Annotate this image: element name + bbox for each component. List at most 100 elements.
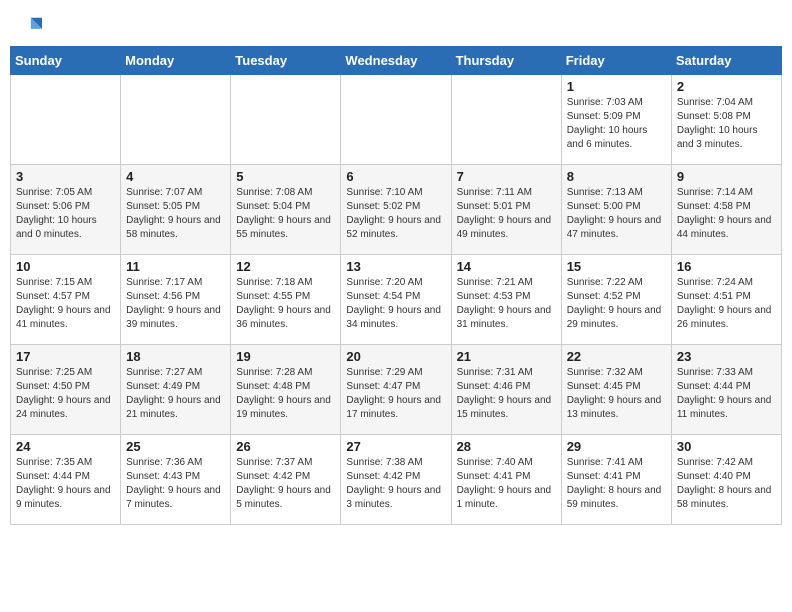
calendar-cell: 24 Sunrise: 7:35 AM Sunset: 4:44 PM Dayli… <box>11 435 121 525</box>
calendar-cell: 3 Sunrise: 7:05 AM Sunset: 5:06 PM Daylig… <box>11 165 121 255</box>
calendar-cell: 12Sunrise: 7:18 AM Sunset: 4:55 PM Dayli… <box>231 255 341 345</box>
day-info: Sunrise: 7:15 AM Sunset: 4:57 PM Dayligh… <box>16 276 115 332</box>
calendar-cell: 6 Sunrise: 7:10 AM Sunset: 5:02 PM Daylig… <box>341 165 451 255</box>
day-number: 9 <box>677 169 776 184</box>
day-number: 30 <box>677 439 776 454</box>
day-number: 3 <box>16 169 115 184</box>
day-info: Sunrise: 7:21 AM Sunset: 4:53 PM Dayligh… <box>457 276 556 332</box>
day-info: Sunrise: 7:10 AM Sunset: 5:02 PM Dayligh… <box>346 186 445 242</box>
day-info: Sunrise: 7:07 AM Sunset: 5:05 PM Dayligh… <box>126 186 225 242</box>
day-info: Sunrise: 7:33 AM Sunset: 4:44 PM Dayligh… <box>677 366 776 422</box>
day-number: 1 <box>567 79 666 94</box>
day-number: 8 <box>567 169 666 184</box>
calendar-cell: 7 Sunrise: 7:11 AM Sunset: 5:01 PM Daylig… <box>451 165 561 255</box>
calendar-cell: 1 Sunrise: 7:03 AM Sunset: 5:09 PM Daylig… <box>561 75 671 165</box>
day-info: Sunrise: 7:24 AM Sunset: 4:51 PM Dayligh… <box>677 276 776 332</box>
day-info: Sunrise: 7:27 AM Sunset: 4:49 PM Dayligh… <box>126 366 225 422</box>
day-number: 4 <box>126 169 225 184</box>
header-sunday: Sunday <box>11 47 121 75</box>
day-number: 11 <box>126 259 225 274</box>
calendar-cell: 14 Sunrise: 7:21 AM Sunset: 4:53 PM Dayli… <box>451 255 561 345</box>
calendar-cell: 20Sunrise: 7:29 AM Sunset: 4:47 PM Dayli… <box>341 345 451 435</box>
day-info: Sunrise: 7:40 AM Sunset: 4:41 PM Dayligh… <box>457 456 556 512</box>
calendar-cell: 29 Sunrise: 7:41 AM Sunset: 4:41 PM Dayli… <box>561 435 671 525</box>
day-number: 29 <box>567 439 666 454</box>
calendar-cell: 8Sunrise: 7:13 AM Sunset: 5:00 PM Daylig… <box>561 165 671 255</box>
day-info: Sunrise: 7:38 AM Sunset: 4:42 PM Dayligh… <box>346 456 445 512</box>
calendar-cell: 25 Sunrise: 7:36 AM Sunset: 4:43 PM Dayli… <box>121 435 231 525</box>
day-info: Sunrise: 7:35 AM Sunset: 4:44 PM Dayligh… <box>16 456 115 512</box>
day-info: Sunrise: 7:20 AM Sunset: 4:54 PM Dayligh… <box>346 276 445 332</box>
header-monday: Monday <box>121 47 231 75</box>
calendar-cell <box>451 75 561 165</box>
day-number: 22 <box>567 349 666 364</box>
calendar-cell: 21 Sunrise: 7:31 AM Sunset: 4:46 PM Dayli… <box>451 345 561 435</box>
calendar-cell <box>231 75 341 165</box>
day-number: 21 <box>457 349 556 364</box>
day-info: Sunrise: 7:03 AM Sunset: 5:09 PM Dayligh… <box>567 96 666 152</box>
day-info: Sunrise: 7:22 AM Sunset: 4:52 PM Dayligh… <box>567 276 666 332</box>
week-row-1: 3 Sunrise: 7:05 AM Sunset: 5:06 PM Daylig… <box>11 165 782 255</box>
day-number: 19 <box>236 349 335 364</box>
calendar-cell: 23 Sunrise: 7:33 AM Sunset: 4:44 PM Dayli… <box>671 345 781 435</box>
calendar-cell: 26 Sunrise: 7:37 AM Sunset: 4:42 PM Dayli… <box>231 435 341 525</box>
day-info: Sunrise: 7:08 AM Sunset: 5:04 PM Dayligh… <box>236 186 335 242</box>
calendar-cell: 5 Sunrise: 7:08 AM Sunset: 5:04 PM Daylig… <box>231 165 341 255</box>
week-row-0: 1 Sunrise: 7:03 AM Sunset: 5:09 PM Daylig… <box>11 75 782 165</box>
calendar-cell: 10 Sunrise: 7:15 AM Sunset: 4:57 PM Dayli… <box>11 255 121 345</box>
calendar-cell: 16 Sunrise: 7:24 AM Sunset: 4:51 PM Dayli… <box>671 255 781 345</box>
calendar-cell: 9 Sunrise: 7:14 AM Sunset: 4:58 PM Daylig… <box>671 165 781 255</box>
day-info: Sunrise: 7:25 AM Sunset: 4:50 PM Dayligh… <box>16 366 115 422</box>
calendar-cell <box>121 75 231 165</box>
week-row-2: 10 Sunrise: 7:15 AM Sunset: 4:57 PM Dayli… <box>11 255 782 345</box>
header-wednesday: Wednesday <box>341 47 451 75</box>
day-info: Sunrise: 7:32 AM Sunset: 4:45 PM Dayligh… <box>567 366 666 422</box>
calendar-cell: 11 Sunrise: 7:17 AM Sunset: 4:56 PM Dayli… <box>121 255 231 345</box>
calendar-cell <box>11 75 121 165</box>
day-number: 27 <box>346 439 445 454</box>
day-number: 16 <box>677 259 776 274</box>
day-info: Sunrise: 7:41 AM Sunset: 4:41 PM Dayligh… <box>567 456 666 512</box>
day-number: 18 <box>126 349 225 364</box>
calendar-cell: 4 Sunrise: 7:07 AM Sunset: 5:05 PM Daylig… <box>121 165 231 255</box>
calendar-cell: 22 Sunrise: 7:32 AM Sunset: 4:45 PM Dayli… <box>561 345 671 435</box>
day-info: Sunrise: 7:29 AM Sunset: 4:47 PM Dayligh… <box>346 366 445 422</box>
calendar-cell: 28Sunrise: 7:40 AM Sunset: 4:41 PM Dayli… <box>451 435 561 525</box>
page-header <box>10 10 782 42</box>
calendar-cell: 19Sunrise: 7:28 AM Sunset: 4:48 PM Dayli… <box>231 345 341 435</box>
calendar-cell: 15 Sunrise: 7:22 AM Sunset: 4:52 PM Dayli… <box>561 255 671 345</box>
day-info: Sunrise: 7:05 AM Sunset: 5:06 PM Dayligh… <box>16 186 115 242</box>
calendar-table: SundayMondayTuesdayWednesdayThursdayFrid… <box>10 46 782 525</box>
day-info: Sunrise: 7:14 AM Sunset: 4:58 PM Dayligh… <box>677 186 776 242</box>
day-info: Sunrise: 7:37 AM Sunset: 4:42 PM Dayligh… <box>236 456 335 512</box>
day-number: 10 <box>16 259 115 274</box>
day-number: 5 <box>236 169 335 184</box>
day-number: 12 <box>236 259 335 274</box>
logo-icon <box>14 14 42 42</box>
day-info: Sunrise: 7:42 AM Sunset: 4:40 PM Dayligh… <box>677 456 776 512</box>
day-number: 14 <box>457 259 556 274</box>
calendar-cell: 27 Sunrise: 7:38 AM Sunset: 4:42 PM Dayli… <box>341 435 451 525</box>
day-number: 6 <box>346 169 445 184</box>
day-number: 15 <box>567 259 666 274</box>
header-saturday: Saturday <box>671 47 781 75</box>
day-number: 23 <box>677 349 776 364</box>
day-info: Sunrise: 7:17 AM Sunset: 4:56 PM Dayligh… <box>126 276 225 332</box>
week-row-4: 24 Sunrise: 7:35 AM Sunset: 4:44 PM Dayli… <box>11 435 782 525</box>
day-number: 24 <box>16 439 115 454</box>
day-number: 26 <box>236 439 335 454</box>
week-row-3: 17Sunrise: 7:25 AM Sunset: 4:50 PM Dayli… <box>11 345 782 435</box>
day-info: Sunrise: 7:36 AM Sunset: 4:43 PM Dayligh… <box>126 456 225 512</box>
day-number: 25 <box>126 439 225 454</box>
header-thursday: Thursday <box>451 47 561 75</box>
day-number: 2 <box>677 79 776 94</box>
day-info: Sunrise: 7:11 AM Sunset: 5:01 PM Dayligh… <box>457 186 556 242</box>
calendar-cell <box>341 75 451 165</box>
logo <box>14 14 46 42</box>
day-number: 7 <box>457 169 556 184</box>
header-tuesday: Tuesday <box>231 47 341 75</box>
day-number: 13 <box>346 259 445 274</box>
day-info: Sunrise: 7:31 AM Sunset: 4:46 PM Dayligh… <box>457 366 556 422</box>
calendar-cell: 18 Sunrise: 7:27 AM Sunset: 4:49 PM Dayli… <box>121 345 231 435</box>
calendar-cell: 17Sunrise: 7:25 AM Sunset: 4:50 PM Dayli… <box>11 345 121 435</box>
